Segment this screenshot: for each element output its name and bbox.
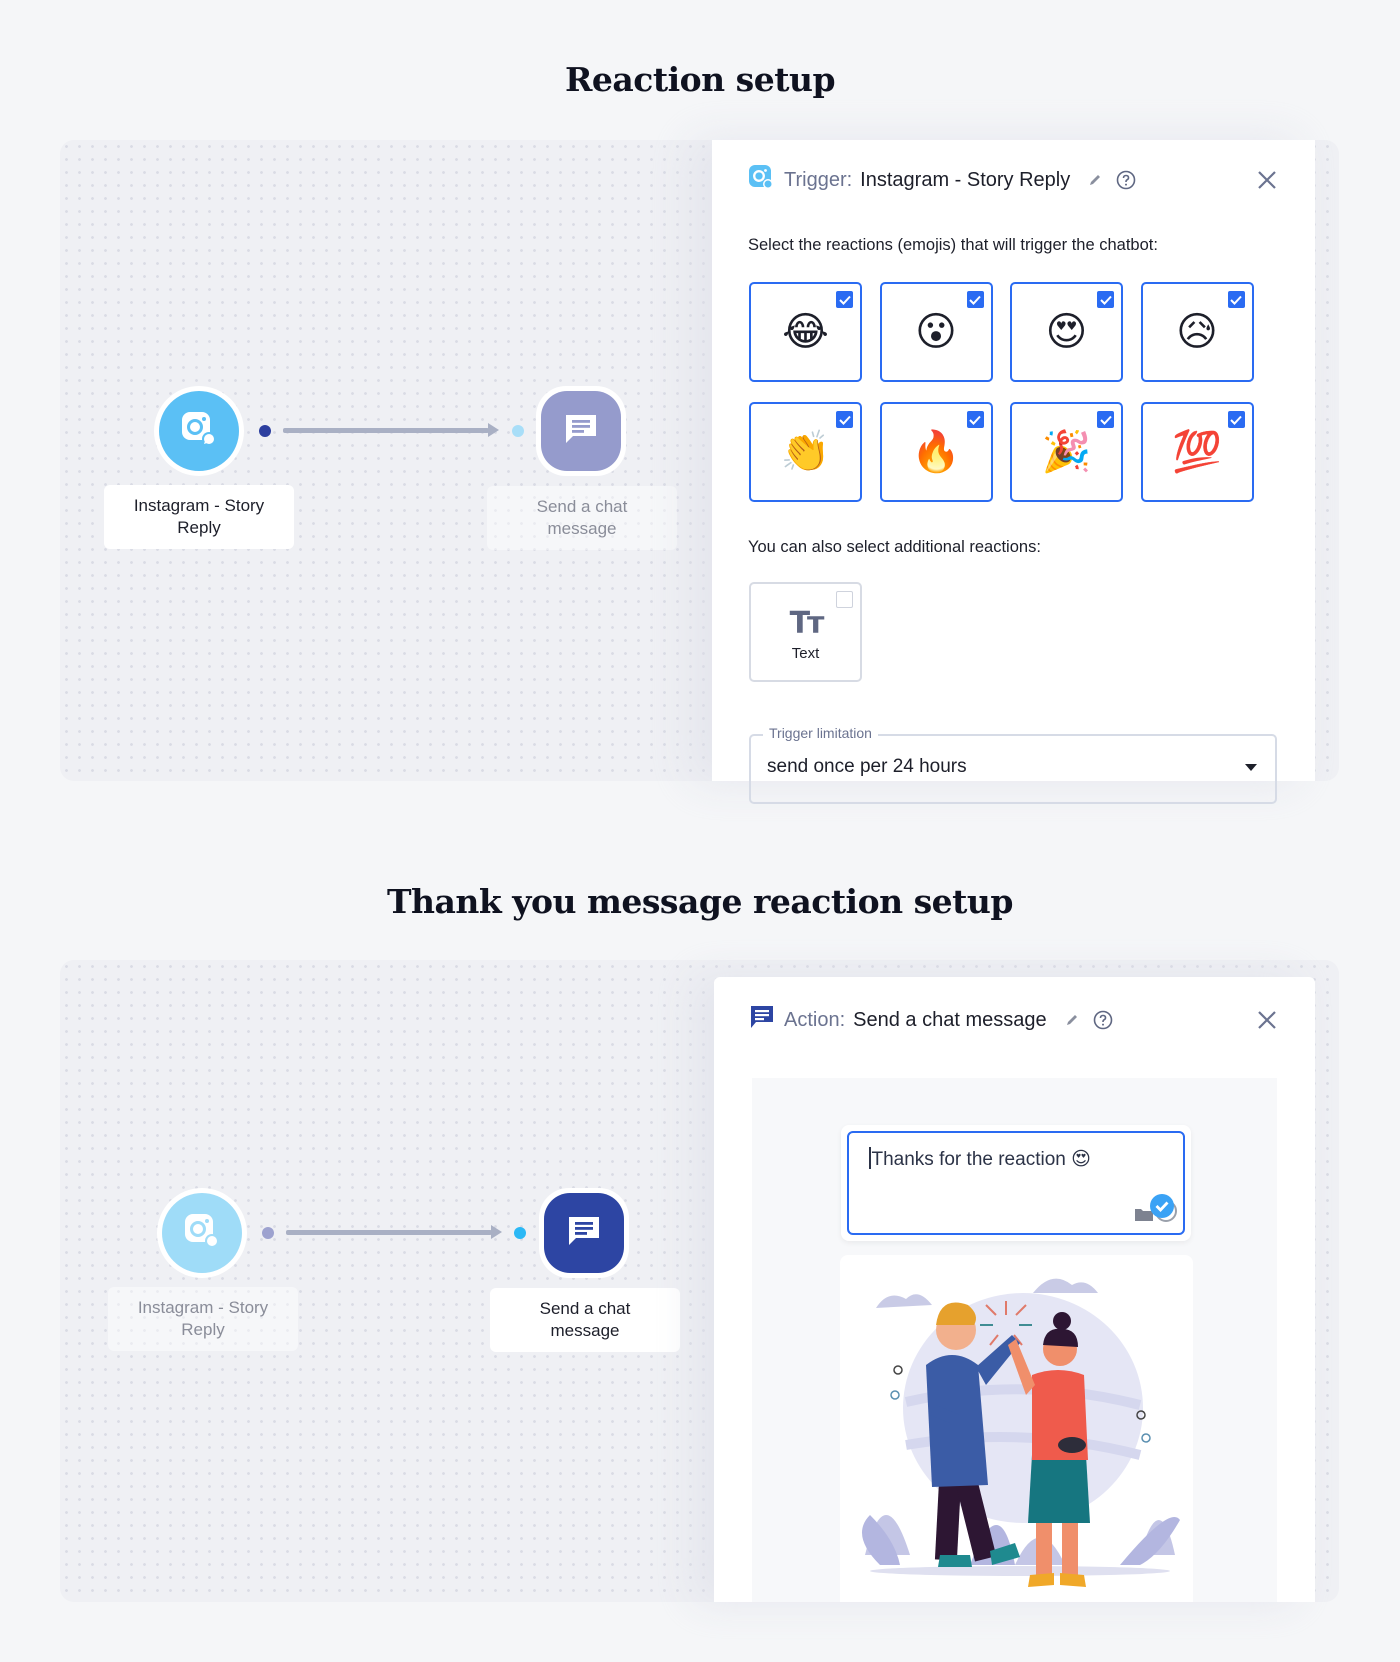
checkmark-icon [1230, 415, 1242, 425]
reaction-tile-face-with-tears-of-joy[interactable]: 😂 [749, 282, 862, 382]
section-title-reaction-setup: Reaction setup [564, 60, 836, 99]
reaction-tile-heart-eyes[interactable]: 😍 [1010, 282, 1123, 382]
trigger-node-label[interactable]: Instagram - Story Reply [108, 1287, 298, 1351]
edit-pencil-icon[interactable] [1065, 1013, 1079, 1027]
panel-kind-label: Action: [784, 1008, 846, 1031]
dropdown-arrow-icon [1245, 764, 1257, 771]
reaction-tile-hundred-points[interactable]: 💯 [1140, 402, 1254, 502]
reaction-tile-face-with-open-mouth[interactable]: 😮 [879, 282, 993, 382]
chat-message-icon [566, 1213, 602, 1254]
text-reaction-label: Text [791, 645, 820, 662]
heart-eyes-emoji-icon: 😍 [1045, 309, 1088, 355]
reactions-prompt: Select the reactions (emojis) that will … [748, 236, 1158, 254]
reaction-tile-sad-but-relieved-face[interactable]: 😥 [1140, 282, 1254, 382]
confirm-check-icon[interactable] [1149, 1193, 1179, 1229]
face-with-open-mouth-emoji-icon: 😮 [915, 309, 957, 355]
input-port[interactable] [512, 425, 524, 437]
checkmark-icon [1099, 295, 1112, 305]
additional-reactions-prompt: You can also select additional reactions… [748, 538, 1041, 556]
reaction-tile-party-popper[interactable]: 🎉 [1010, 402, 1123, 502]
instagram-story-icon [748, 164, 774, 196]
checkmark-icon [969, 295, 981, 305]
text-reaction-checkbox[interactable] [836, 591, 853, 608]
text-message-card: Thanks for the reaction 😍 [841, 1125, 1191, 1241]
message-text-input[interactable]: Thanks for the reaction 😍 [847, 1131, 1185, 1235]
instagram-story-icon [183, 1212, 221, 1255]
message-image-card[interactable] [840, 1255, 1193, 1602]
chat-message-icon [563, 411, 599, 452]
instagram-story-reply-node[interactable] [157, 1188, 247, 1278]
trigger-limitation-select[interactable]: Trigger limitation send once per 24 hour… [749, 725, 1277, 804]
reaction-checkbox[interactable] [966, 291, 984, 308]
panel-header: Trigger: Instagram - Story Reply [748, 165, 1279, 195]
instagram-story-reply-node[interactable] [154, 386, 244, 476]
edit-pencil-icon[interactable] [1088, 173, 1102, 187]
reaction-checkbox[interactable] [966, 411, 984, 428]
close-icon[interactable] [1255, 1008, 1279, 1032]
action-node-label[interactable]: Send a chat message [490, 1288, 680, 1352]
message-text: Thanks for the reaction 😍 [871, 1149, 1091, 1170]
section-title-thank-you-setup: Thank you message reaction setup [387, 882, 1013, 921]
panel-title: Instagram - Story Reply [860, 168, 1071, 191]
message-builder-area: Thanks for the reaction 😍 [752, 1078, 1277, 1602]
reaction-tile-clapping-hands[interactable]: 👏 [749, 402, 862, 502]
help-icon[interactable] [1116, 170, 1136, 190]
trigger-limitation-label: Trigger limitation [763, 725, 878, 741]
output-port[interactable] [262, 1227, 274, 1239]
reaction-checkbox[interactable] [1227, 291, 1245, 308]
checkmark-icon [838, 295, 851, 305]
instagram-story-icon [180, 410, 218, 453]
panel-title: Send a chat message [853, 1008, 1047, 1031]
output-port[interactable] [259, 425, 271, 437]
face-with-tears-of-joy-emoji-icon: 😂 [782, 309, 829, 355]
sad-but-relieved-face-emoji-icon: 😥 [1176, 309, 1218, 355]
trigger-node-label[interactable]: Instagram - Story Reply [104, 485, 294, 549]
text-reaction-tile[interactable]: Tт Text [749, 582, 862, 682]
checkmark-icon [1230, 295, 1242, 305]
party-popper-emoji-icon: 🎉 [1041, 429, 1092, 475]
high-five-illustration [862, 1278, 1180, 1587]
clapping-hands-emoji-icon: 👏 [780, 429, 831, 475]
action-settings-panel: Action: Send a chat message Thanks for t… [714, 977, 1315, 1602]
text-format-icon: Tт [789, 605, 825, 641]
reaction-checkbox[interactable] [1227, 411, 1245, 428]
chat-message-icon [750, 1004, 774, 1036]
reaction-checkbox[interactable] [1097, 291, 1114, 308]
reaction-checkbox[interactable] [1097, 411, 1114, 428]
connection-arrow [286, 1225, 502, 1239]
reaction-checkbox[interactable] [836, 291, 853, 308]
checkmark-icon [838, 415, 851, 425]
text-cursor [869, 1147, 871, 1169]
close-icon[interactable] [1255, 168, 1279, 192]
fire-emoji-icon: 🔥 [911, 429, 961, 475]
trigger-settings-panel: Trigger: Instagram - Story Reply Select … [712, 140, 1315, 804]
connection-arrow [283, 423, 499, 437]
reaction-checkbox[interactable] [836, 411, 853, 428]
panel-kind-label: Trigger: [784, 168, 853, 191]
help-icon[interactable] [1093, 1010, 1113, 1030]
reaction-tile-fire[interactable]: 🔥 [879, 402, 993, 502]
send-chat-message-node[interactable] [536, 386, 626, 476]
hundred-points-emoji-icon: 💯 [1172, 429, 1222, 475]
input-port[interactable] [514, 1227, 526, 1239]
panel-header: Action: Send a chat message [750, 1005, 1279, 1035]
checkmark-icon [969, 415, 981, 425]
checkmark-icon [1099, 415, 1112, 425]
action-node-label[interactable]: Send a chat message [487, 486, 677, 550]
send-chat-message-node[interactable] [539, 1188, 629, 1278]
trigger-limitation-value: send once per 24 hours [767, 756, 967, 777]
